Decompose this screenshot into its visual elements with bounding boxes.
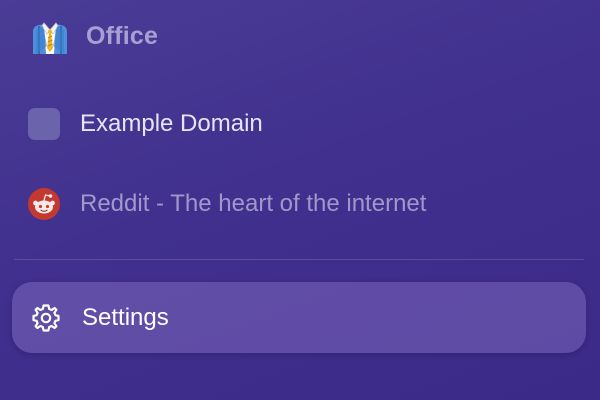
list-item-label: Reddit - The heart of the internet: [80, 190, 427, 217]
settings-button[interactable]: Settings: [12, 282, 586, 353]
list-item-example-domain[interactable]: Example Domain: [28, 104, 263, 144]
settings-label: Settings: [82, 303, 169, 331]
section-header: Office: [30, 14, 158, 58]
list-item-reddit[interactable]: Reddit - The heart of the internet: [28, 184, 426, 224]
reddit-icon: [28, 188, 60, 220]
office-worker-icon: [30, 16, 70, 56]
divider: [14, 259, 584, 260]
generic-favicon-icon: [28, 108, 60, 140]
gear-icon: [30, 302, 62, 334]
list-item-label: Example Domain: [80, 110, 263, 137]
section-title: Office: [86, 21, 159, 50]
menu-panel: Office Example Domain Reddit - The heart…: [0, 0, 600, 400]
